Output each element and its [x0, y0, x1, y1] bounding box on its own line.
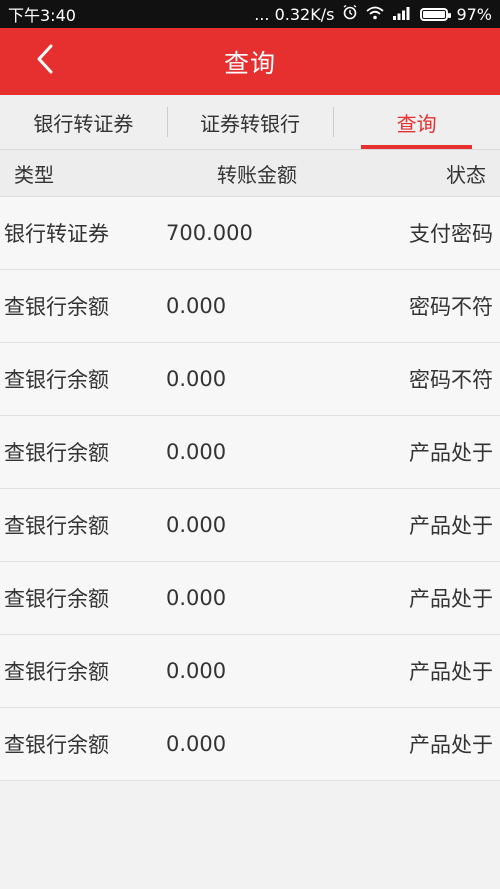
column-status: 状态: [446, 162, 486, 187]
tab-query[interactable]: 查询: [333, 95, 500, 149]
table-row[interactable]: 查银行余额 0.000 密码不符: [0, 270, 500, 343]
column-type: 类型: [14, 162, 54, 187]
status-time: 下午3:40: [8, 6, 76, 25]
status-indicators: ... 0.32K/s 97%: [254, 4, 492, 24]
signal-icon: [392, 5, 412, 24]
row-status: 密码不符: [409, 295, 493, 319]
row-status: 密码不符: [409, 368, 493, 392]
row-type: 查银行余额: [4, 295, 109, 319]
tab-bar: 银行转证券 证券转银行 查询: [0, 95, 500, 150]
row-status: 产品处于: [409, 441, 493, 465]
table-row[interactable]: 查银行余额 0.000 产品处于: [0, 489, 500, 562]
row-status: 产品处于: [409, 733, 493, 757]
table-row[interactable]: 查银行余额 0.000 密码不符: [0, 343, 500, 416]
table-row[interactable]: 银行转证券 700.000 支付密码: [0, 197, 500, 270]
row-type: 银行转证券: [4, 222, 109, 246]
row-status: 产品处于: [409, 660, 493, 684]
battery-fill: [423, 10, 445, 18]
tab-bank-to-securities[interactable]: 银行转证券: [0, 95, 167, 149]
table-row[interactable]: 查银行余额 0.000 产品处于: [0, 416, 500, 489]
row-status: 支付密码: [409, 222, 493, 246]
table-row[interactable]: 查银行余额 0.000 产品处于: [0, 708, 500, 781]
transfer-list: 银行转证券 700.000 支付密码 查银行余额 0.000 密码不符 查银行余…: [0, 197, 500, 781]
row-amount: 0.000: [166, 732, 227, 756]
column-amount: 转账金额: [217, 162, 297, 187]
row-amount: 0.000: [166, 513, 227, 537]
battery-percent: 97%: [456, 4, 492, 24]
row-amount: 0.000: [166, 367, 227, 391]
table-row[interactable]: 查银行余额 0.000 产品处于: [0, 562, 500, 635]
row-status: 产品处于: [409, 514, 493, 538]
chevron-left-icon: [36, 44, 54, 78]
row-type: 查银行余额: [4, 514, 109, 538]
row-amount: 700.000: [166, 221, 253, 245]
row-amount: 0.000: [166, 294, 227, 318]
wifi-icon: [366, 5, 385, 24]
status-bar: 下午3:40 ... 0.32K/s 97%: [0, 0, 500, 28]
table-header: 类型 转账金额 状态: [0, 150, 500, 197]
row-amount: 0.000: [166, 440, 227, 464]
row-type: 查银行余额: [4, 733, 109, 757]
back-button[interactable]: [32, 44, 58, 78]
tab-securities-to-bank[interactable]: 证券转银行: [166, 95, 334, 149]
row-type: 查银行余额: [4, 660, 109, 684]
page-title: 查询: [223, 48, 276, 78]
row-type: 查银行余额: [4, 368, 109, 392]
row-amount: 0.000: [166, 659, 227, 683]
row-status: 产品处于: [409, 587, 493, 611]
battery-icon: [420, 7, 452, 21]
app-header: 查询: [0, 28, 500, 95]
network-speed: ... 0.32K/s: [254, 4, 335, 24]
row-type: 查银行余额: [4, 441, 109, 465]
row-amount: 0.000: [166, 586, 227, 610]
table-row[interactable]: 查银行余额 0.000 产品处于: [0, 635, 500, 708]
row-type: 查银行余额: [4, 587, 109, 611]
alarm-icon: [342, 4, 358, 24]
